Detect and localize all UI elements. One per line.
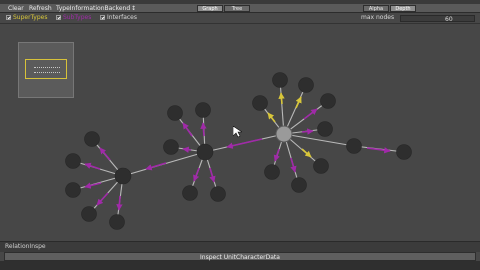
edge: [283, 133, 355, 147]
subtype-arrow: [193, 167, 200, 182]
minimap[interactable]: [18, 42, 74, 98]
supertype-arrow: [278, 92, 285, 105]
subtype-arrow: [116, 195, 123, 211]
type-node[interactable]: [195, 102, 211, 118]
type-node[interactable]: [298, 77, 314, 93]
type-node[interactable]: [272, 72, 288, 88]
root-type-node[interactable]: [275, 125, 293, 143]
subtype-arrow: [96, 192, 109, 206]
subtype-arrow: [273, 148, 280, 162]
supertype-arrow: [267, 112, 276, 123]
type-node[interactable]: [346, 138, 362, 154]
type-node[interactable]: [396, 144, 412, 160]
type-node[interactable]: [167, 105, 183, 121]
subtype-arrow: [182, 122, 193, 137]
type-node[interactable]: [163, 139, 179, 155]
type-node[interactable]: [114, 167, 132, 185]
type-node[interactable]: [109, 214, 125, 230]
type-node[interactable]: [313, 158, 329, 174]
supertype-arrow: [295, 96, 302, 109]
subtype-arrow: [209, 167, 216, 183]
mouse-cursor-icon: [233, 126, 242, 138]
supertype-arrow: [301, 148, 312, 158]
type-node[interactable]: [65, 182, 81, 198]
type-node[interactable]: [81, 206, 97, 222]
subtype-arrow: [84, 162, 101, 170]
subtype-arrow: [182, 146, 192, 153]
subtype-arrow: [301, 128, 314, 135]
type-node[interactable]: [317, 121, 333, 137]
minimap-viewport[interactable]: [25, 59, 67, 79]
type-node[interactable]: [182, 185, 198, 201]
subtype-arrow: [290, 157, 297, 173]
type-node[interactable]: [291, 177, 307, 193]
type-node[interactable]: [210, 186, 226, 202]
inspect-button[interactable]: Inspect UnitCharacterData: [4, 252, 476, 261]
type-node[interactable]: [320, 93, 336, 109]
bottom-strip: [0, 261, 480, 270]
type-node[interactable]: [252, 95, 268, 111]
subtype-arrow: [226, 138, 263, 149]
subtype-arrow: [200, 122, 207, 137]
type-node[interactable]: [264, 164, 280, 180]
type-node[interactable]: [196, 143, 214, 161]
subtype-arrow: [303, 108, 318, 120]
type-node[interactable]: [65, 153, 81, 169]
subtype-arrow: [99, 147, 111, 161]
status-label: RelationInspe: [5, 243, 46, 250]
subtype-arrow: [145, 162, 167, 171]
status-bar: RelationInspe: [0, 241, 480, 252]
subtype-arrow: [84, 182, 102, 189]
type-node[interactable]: [84, 131, 100, 147]
